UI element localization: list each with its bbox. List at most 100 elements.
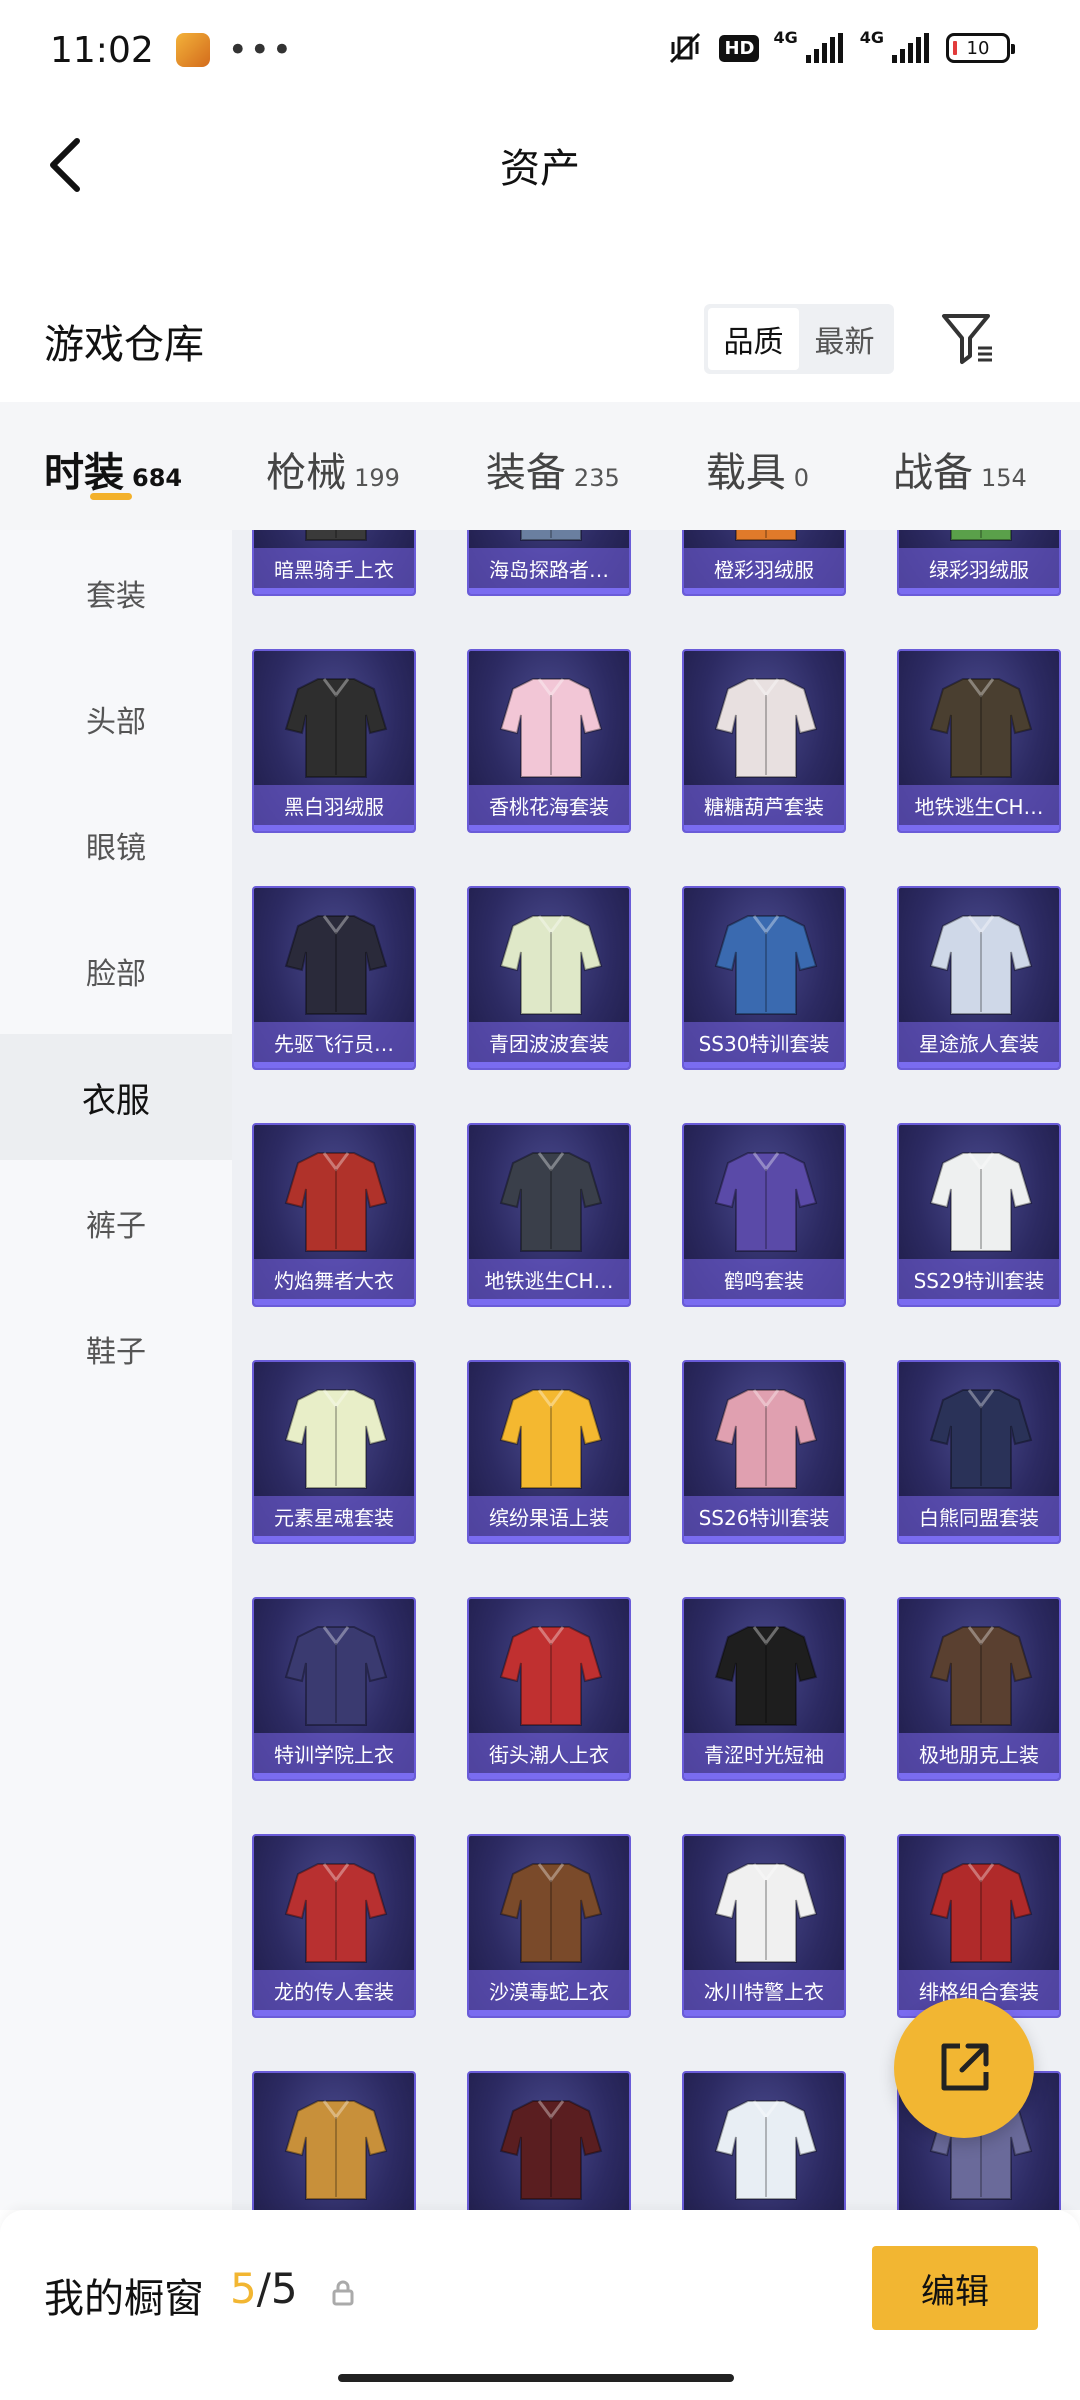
item-card[interactable]: 青涩时光短袖 (682, 1597, 846, 1781)
outfit-image (714, 1863, 818, 1963)
tab-supplies[interactable]: 战备 154 (893, 402, 1027, 530)
item-card[interactable]: 暗黑骑手上衣 (252, 530, 416, 596)
outfit-image (714, 2100, 818, 2200)
outfit-image (499, 915, 603, 1015)
item-name: 街头潮人上衣 (469, 1733, 629, 1773)
chevron-left-icon (50, 138, 80, 192)
sidebar-item-pants[interactable]: 裤子 (0, 1160, 232, 1286)
tab-label: 时装 (44, 450, 124, 496)
battery-icon: 10 (946, 33, 1015, 63)
item-card[interactable]: 黑白羽绒服 (252, 649, 416, 833)
filter-icon (942, 314, 992, 364)
wardrobe-separator: / (256, 2264, 271, 2313)
item-card[interactable]: 鹤鸣套装 (682, 1123, 846, 1307)
item-card[interactable]: 街头潮人上衣 (467, 1597, 631, 1781)
item-grid: 暗黑骑手上衣 海岛探路者… 橙彩羽绒服 绿彩羽绒服黑白羽绒服 香桃花海套装 糖糖葫芦套装地… (252, 530, 1072, 2210)
sidebar-item-clothes[interactable]: 衣服 (0, 1034, 232, 1160)
network-type-label: 4G (773, 28, 798, 47)
item-card[interactable]: SS30特训套装 (682, 886, 846, 1070)
item-name: 极地朋克上装 (899, 1733, 1059, 1773)
nav-bar: 资产 (0, 110, 1080, 220)
back-button[interactable] (30, 130, 100, 200)
item-card[interactable]: 地铁逃生CH… (897, 649, 1061, 833)
sidebar-item-face[interactable]: 脸部 (0, 908, 232, 1034)
tab-label: 载具 (705, 450, 786, 496)
item-card[interactable]: 沙漠毒蛇上衣 (467, 1834, 631, 2018)
battery-level: 10 (966, 37, 990, 59)
sidebar-item-glasses[interactable]: 眼镜 (0, 782, 232, 908)
wardrobe-used: 5 (230, 2264, 257, 2313)
item-name: 灼焰舞者大衣 (254, 1259, 414, 1299)
item-name: 元素星魂套装 (254, 1496, 414, 1536)
status-time: 11:02 (50, 29, 154, 71)
edit-button[interactable]: 编辑 (872, 2246, 1038, 2330)
item-card[interactable]: 地铁逃生CH… (467, 1123, 631, 1307)
outfit-image (714, 1389, 818, 1489)
wardrobe-count: 5/5 (230, 2264, 298, 2313)
item-card[interactable]: 元素星魂套装 (252, 1360, 416, 1544)
status-icons: HD 4G 4G 10 (665, 28, 1015, 68)
item-name: 暗黑骑手上衣 (254, 548, 414, 588)
item-card[interactable]: 青团波波套装 (467, 886, 631, 1070)
filter-button[interactable] (938, 308, 998, 368)
sidebar-item-shoes[interactable]: 鞋子 (0, 1286, 232, 1412)
item-name: 沙漠毒蛇上衣 (469, 1970, 629, 2010)
outfit-image (499, 2100, 603, 2200)
item-name: 先驱飞行员… (254, 1022, 414, 1062)
item-name: SS30特训套装 (684, 1022, 844, 1062)
item-card[interactable] (467, 2071, 631, 2210)
sidebar-item-suit[interactable]: 套装 (0, 530, 232, 656)
tab-equipment[interactable]: 装备 235 (486, 402, 620, 530)
item-card[interactable]: 海岛探路者… (467, 530, 631, 596)
tab-count: 154 (981, 464, 1027, 492)
outfit-image (714, 1152, 818, 1252)
share-fab-button[interactable] (894, 1998, 1034, 2138)
outfit-image (929, 1626, 1033, 1726)
home-indicator (338, 2374, 734, 2382)
outfit-image (499, 1152, 603, 1252)
tab-label: 枪械 (266, 450, 347, 496)
item-card[interactable]: 糖糖葫芦套装 (682, 649, 846, 833)
item-name: 特训学院上衣 (254, 1733, 414, 1773)
tab-vehicles[interactable]: 载具 0 (706, 402, 809, 530)
item-card[interactable] (682, 2071, 846, 2210)
item-card[interactable] (252, 2071, 416, 2210)
outfit-image (929, 915, 1033, 1015)
outfit-image (499, 678, 603, 778)
item-card[interactable]: 龙的传人套装 (252, 1834, 416, 2018)
item-card[interactable]: 冰川特警上衣 (682, 1834, 846, 2018)
item-card[interactable]: SS29特训套装 (897, 1123, 1061, 1307)
item-card[interactable]: 极地朋克上装 (897, 1597, 1061, 1781)
item-card[interactable]: 绿彩羽绒服 (897, 530, 1061, 596)
sort-quality-button[interactable]: 品质 (708, 308, 799, 370)
outfit-image (284, 915, 388, 1015)
item-name: 海岛探路者… (469, 548, 629, 588)
wardrobe-label: 我的橱窗 (44, 2276, 204, 2322)
category-tabs: 时装 684 枪械 199 装备 235 载具 0 战备 154 (0, 402, 1080, 530)
outfit-image (929, 1152, 1033, 1252)
tab-fashion[interactable]: 时装 684 (44, 402, 182, 530)
item-card[interactable]: 先驱飞行员… (252, 886, 416, 1070)
item-name: 龙的传人套装 (254, 1970, 414, 2010)
item-card[interactable]: 白熊同盟套装 (897, 1360, 1061, 1544)
tab-firearms[interactable]: 枪械 199 (266, 402, 400, 530)
item-name: 地铁逃生CH… (899, 785, 1059, 825)
item-card[interactable]: 绯格组合套装 (897, 1834, 1061, 2018)
outfit-image (714, 1626, 818, 1726)
item-card[interactable]: 星途旅人套装 (897, 886, 1061, 1070)
sidebar-item-head[interactable]: 头部 (0, 656, 232, 782)
outfit-image (284, 678, 388, 778)
tab-count: 0 (793, 464, 810, 492)
item-card[interactable]: 灼焰舞者大衣 (252, 1123, 416, 1307)
outfit-image (929, 1389, 1033, 1489)
outfit-image (284, 1152, 388, 1252)
item-card[interactable]: 缤纷果语上装 (467, 1360, 631, 1544)
outfit-image (714, 915, 818, 1015)
sort-latest-button[interactable]: 最新 (799, 308, 890, 370)
item-card[interactable]: 香桃花海套装 (467, 649, 631, 833)
subcategory-sidebar: 套装 头部 眼镜 脸部 衣服 裤子 鞋子 (0, 530, 232, 2210)
item-card[interactable]: 特训学院上衣 (252, 1597, 416, 1781)
item-card[interactable]: 橙彩羽绒服 (682, 530, 846, 596)
more-notifications-icon: ••• (227, 30, 294, 70)
item-card[interactable]: SS26特训套装 (682, 1360, 846, 1544)
